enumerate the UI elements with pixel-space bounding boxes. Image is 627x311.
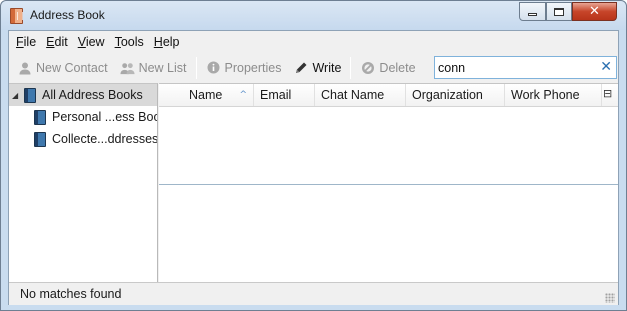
minimize-icon xyxy=(528,13,537,16)
list-icon xyxy=(120,60,135,75)
properties-label: Properties xyxy=(224,60,282,75)
contact-icon xyxy=(17,60,32,75)
menu-edit[interactable]: Edit xyxy=(41,35,73,49)
tree-item-label: All Address Books xyxy=(42,88,143,102)
close-icon: ✕ xyxy=(589,4,600,19)
delete-icon xyxy=(360,60,375,75)
column-header-organization[interactable]: Organization xyxy=(406,84,505,106)
search-input[interactable] xyxy=(438,59,593,76)
status-bar: No matches found xyxy=(9,282,618,305)
toolbar-separator xyxy=(195,56,197,79)
address-book-window: Address Book ✕ File Edit View Tools Help… xyxy=(0,0,627,311)
window-client-area: File Edit View Tools Help New Contact Ne… xyxy=(8,30,619,305)
tree-item-all-address-books[interactable]: ◢ All Address Books xyxy=(9,84,157,106)
results-list[interactable] xyxy=(159,107,618,184)
minimize-button[interactable] xyxy=(519,2,546,21)
tree-item-label: Collecte...ddresses xyxy=(52,132,157,146)
write-button[interactable]: Write xyxy=(287,56,347,80)
address-book-app-icon xyxy=(10,8,23,24)
column-header-email[interactable]: Email xyxy=(254,84,315,106)
maximize-button[interactable] xyxy=(546,2,572,21)
contact-detail-pane xyxy=(159,185,618,282)
maximize-icon xyxy=(554,7,564,16)
window-title: Address Book xyxy=(30,8,105,22)
pencil-icon xyxy=(293,60,308,75)
column-header-name[interactable]: Name ^ xyxy=(159,84,254,106)
status-text: No matches found xyxy=(20,287,122,301)
resize-grip-icon[interactable] xyxy=(605,293,615,303)
column-picker-icon[interactable]: ⊟ xyxy=(603,88,615,100)
column-header-row: Name ^ Email Chat Name Organization Work… xyxy=(159,84,618,107)
address-book-icon xyxy=(34,109,46,125)
tree-item-label: Personal ...ess Book xyxy=(52,110,157,124)
clear-search-icon[interactable]: ✕ xyxy=(600,59,612,76)
new-contact-label: New Contact xyxy=(36,60,108,75)
menu-view[interactable]: View xyxy=(73,35,110,49)
address-book-icon xyxy=(24,87,36,103)
address-book-icon xyxy=(34,131,46,147)
menu-tools[interactable]: Tools xyxy=(110,35,149,49)
info-icon xyxy=(206,60,221,75)
search-box[interactable]: ✕ xyxy=(434,56,617,79)
new-list-button[interactable]: New List xyxy=(114,56,193,80)
properties-button[interactable]: Properties xyxy=(200,56,288,80)
new-contact-button[interactable]: New Contact xyxy=(9,56,114,80)
column-header-work-phone[interactable]: Work Phone xyxy=(505,84,602,106)
sort-ascending-icon: ^ xyxy=(239,90,247,100)
close-button[interactable]: ✕ xyxy=(572,2,617,21)
menu-help[interactable]: Help xyxy=(149,35,185,49)
expanded-twisty-icon[interactable]: ◢ xyxy=(12,91,24,100)
menu-file[interactable]: File xyxy=(11,35,41,49)
title-bar[interactable]: Address Book ✕ xyxy=(1,1,626,30)
menu-bar: File Edit View Tools Help xyxy=(9,31,618,52)
results-pane: Name ^ Email Chat Name Organization Work… xyxy=(159,83,618,282)
delete-label: Delete xyxy=(379,60,416,75)
tree-item-personal-address-book[interactable]: Personal ...ess Book xyxy=(9,106,157,128)
tree-item-collected-addresses[interactable]: Collecte...ddresses xyxy=(9,128,157,150)
delete-button[interactable]: Delete xyxy=(354,56,421,80)
column-header-chat-name[interactable]: Chat Name xyxy=(315,84,406,106)
toolbar-separator xyxy=(350,56,352,79)
address-book-tree: ◢ All Address Books Personal ...ess Book… xyxy=(9,83,158,282)
new-list-label: New List xyxy=(138,60,187,75)
write-label: Write xyxy=(312,60,342,75)
